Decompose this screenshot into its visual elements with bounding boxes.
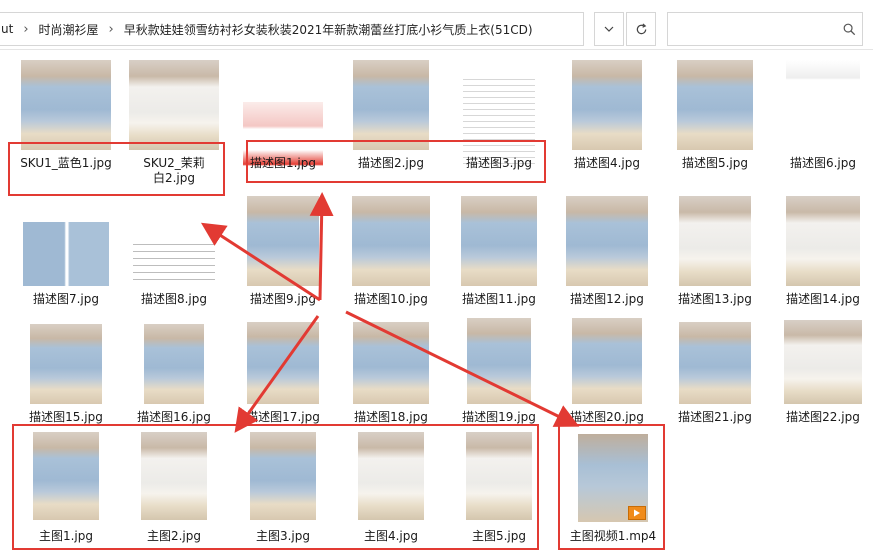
file-item[interactable]: 描述图21.jpg (663, 314, 767, 432)
file-item[interactable]: 描述图8.jpg (122, 196, 226, 314)
file-item[interactable]: 描述图17.jpg (231, 314, 335, 432)
file-thumbnail (572, 318, 642, 404)
file-item[interactable]: 描述图6.jpg (771, 60, 873, 178)
annotation-box-main (12, 424, 539, 550)
file-name: 描述图16.jpg (137, 410, 211, 424)
file-thumbnail (786, 60, 860, 150)
file-thumbnail (23, 222, 109, 286)
file-thumbnail (784, 320, 862, 404)
file-thumbnail (677, 60, 753, 150)
file-name: 描述图15.jpg (29, 410, 103, 424)
file-thumbnail (21, 60, 111, 150)
refresh-button[interactable] (626, 12, 656, 46)
file-name: 描述图14.jpg (786, 292, 860, 306)
file-thumbnail (353, 322, 429, 404)
search-input[interactable] (667, 12, 863, 46)
file-name: 描述图5.jpg (681, 156, 749, 170)
address-toolbar: ut › 时尚潮衫屋 › 早秋款娃娃领雪纺衬衫女装秋装2021年新款潮蕾丝打底小… (0, 0, 873, 50)
file-name: 描述图21.jpg (678, 410, 752, 424)
file-thumbnail (679, 322, 751, 404)
file-thumbnail (144, 324, 204, 404)
annotation-box-sku (8, 142, 225, 196)
search-icon (843, 23, 856, 35)
file-item[interactable]: 描述图5.jpg (663, 60, 767, 178)
file-item[interactable]: 描述图16.jpg (122, 314, 226, 432)
file-thumbnail (572, 60, 642, 150)
file-item[interactable]: 描述图13.jpg (663, 196, 767, 314)
file-item[interactable]: 描述图15.jpg (14, 314, 118, 432)
file-item[interactable]: 描述图7.jpg (14, 196, 118, 314)
file-item[interactable]: 描述图9.jpg (231, 196, 335, 314)
file-item[interactable]: 描述图20.jpg (555, 314, 659, 432)
file-thumbnail (353, 60, 429, 150)
file-thumbnail (30, 324, 102, 404)
file-item[interactable]: 描述图12.jpg (555, 196, 659, 314)
annotation-box-desc (246, 140, 546, 183)
file-name: 描述图11.jpg (462, 292, 536, 306)
file-thumbnail (247, 196, 319, 286)
file-name: 描述图22.jpg (786, 410, 860, 424)
file-name: 描述图12.jpg (570, 292, 644, 306)
file-name: 描述图7.jpg (32, 292, 100, 306)
file-name: 描述图18.jpg (354, 410, 428, 424)
file-name: 描述图6.jpg (789, 156, 857, 170)
file-name: 描述图17.jpg (246, 410, 320, 424)
file-thumbnail (352, 196, 430, 286)
file-thumbnail (129, 60, 219, 150)
file-thumbnail (786, 196, 860, 286)
file-name: 描述图13.jpg (678, 292, 752, 306)
file-name: 描述图9.jpg (249, 292, 317, 306)
file-item[interactable]: 描述图22.jpg (771, 314, 873, 432)
file-thumbnail (566, 196, 648, 286)
file-name: 描述图19.jpg (462, 410, 536, 424)
chevron-right-icon: › (23, 21, 29, 37)
breadcrumb-item-folder[interactable]: 早秋款娃娃领雪纺衬衫女装秋装2021年新款潮蕾丝打底小衫气质上衣(51CD) (122, 21, 535, 38)
breadcrumb-item-shop[interactable]: 时尚潮衫屋 (37, 21, 101, 38)
file-thumbnail (461, 196, 537, 286)
file-name: 描述图10.jpg (354, 292, 428, 306)
breadcrumb[interactable]: ut › 时尚潮衫屋 › 早秋款娃娃领雪纺衬衫女装秋装2021年新款潮蕾丝打底小… (0, 12, 584, 46)
chevron-right-icon: › (108, 21, 114, 37)
file-thumbnail (247, 322, 319, 404)
annotation-box-video (558, 424, 665, 550)
address-history-button[interactable] (594, 12, 624, 46)
file-item[interactable]: 描述图19.jpg (447, 314, 551, 432)
chevron-down-icon (604, 26, 614, 32)
file-thumbnail (679, 196, 751, 286)
file-name: 描述图4.jpg (573, 156, 641, 170)
file-thumbnail (467, 318, 531, 404)
file-item[interactable]: 描述图10.jpg (339, 196, 443, 314)
file-item[interactable]: 描述图18.jpg (339, 314, 443, 432)
file-thumbnail (133, 238, 215, 284)
file-name: 描述图20.jpg (570, 410, 644, 424)
file-item[interactable]: 描述图11.jpg (447, 196, 551, 314)
file-name: 描述图8.jpg (140, 292, 208, 306)
breadcrumb-item-root[interactable]: ut (0, 22, 15, 36)
refresh-icon (636, 22, 646, 34)
file-item[interactable]: 描述图4.jpg (555, 60, 659, 178)
file-item[interactable]: 描述图14.jpg (771, 196, 873, 314)
